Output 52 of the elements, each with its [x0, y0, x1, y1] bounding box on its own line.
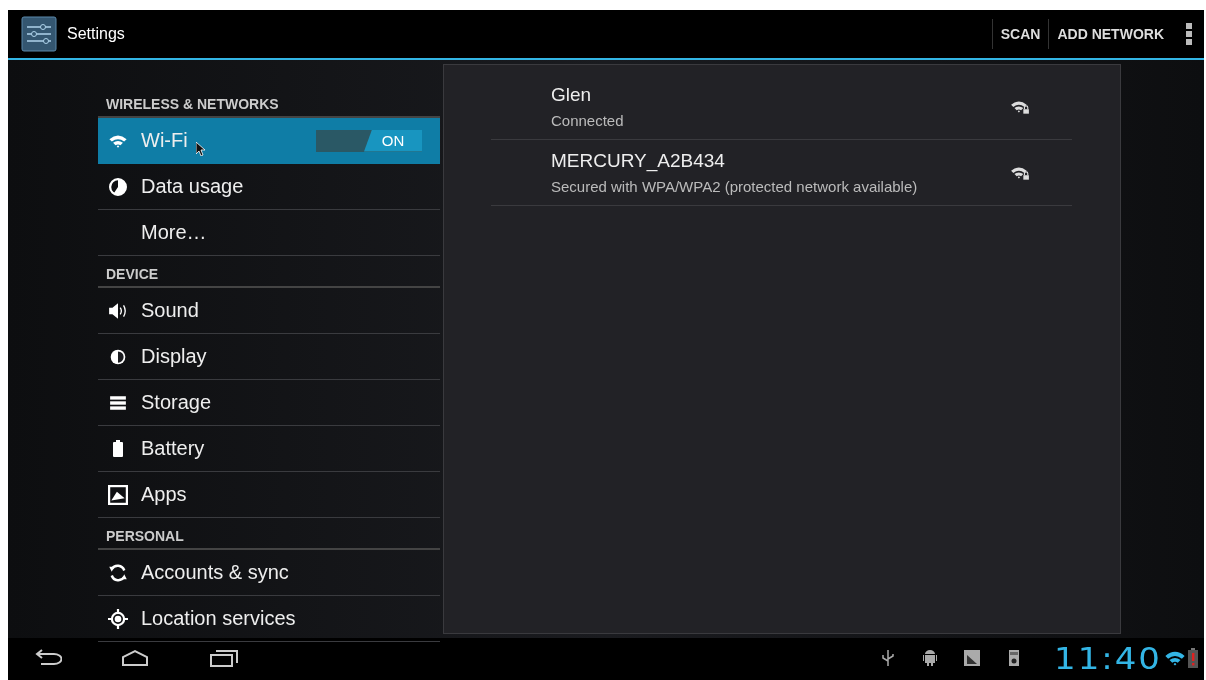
item-label: Accounts & sync: [141, 561, 289, 583]
network-name: Glen: [551, 84, 593, 106]
usb-icon[interactable]: [880, 649, 896, 667]
recent-apps-icon[interactable]: [208, 648, 238, 668]
settings-app-icon[interactable]: [21, 16, 57, 52]
overflow-menu-icon[interactable]: [1186, 23, 1192, 45]
mouse-pointer-icon: [196, 142, 206, 156]
battery-icon: [111, 439, 125, 458]
settings-item[interactable]: Data usage: [98, 164, 440, 210]
item-label: Sound: [141, 299, 199, 321]
storage-icon: [109, 393, 127, 412]
item-label: Display: [141, 345, 207, 367]
item-label: More…: [141, 221, 207, 243]
pie-chart-icon: [109, 177, 127, 196]
home-icon[interactable]: [120, 648, 150, 668]
crosshair-icon: [108, 608, 128, 629]
item-label: Wi-Fi: [141, 129, 188, 151]
item-label: Storage: [141, 391, 212, 413]
network-status: Secured with WPA/WPA2 (protected network available): [551, 178, 919, 195]
section-header: DEVICE: [98, 262, 440, 288]
settings-item[interactable]: Storage: [98, 380, 440, 426]
brightness-icon: [109, 347, 127, 366]
settings-item[interactable]: Sound: [98, 288, 440, 334]
settings-item[interactable]: Wi-Fi ON: [98, 118, 440, 164]
clock: 11:40: [1054, 640, 1162, 676]
wifi-lock-icon: [1010, 98, 1030, 115]
wifi-lock-icon: [1010, 164, 1030, 181]
item-label: Battery: [141, 437, 205, 459]
item-label: Data usage: [141, 175, 244, 197]
android-icon[interactable]: [922, 649, 938, 667]
screen-title: Settings: [67, 25, 126, 43]
notification-icon[interactable]: [964, 649, 980, 667]
settings-item[interactable]: Display: [98, 334, 440, 380]
settings-item[interactable]: Accounts & sync: [98, 550, 440, 596]
settings-item[interactable]: Battery: [98, 426, 440, 472]
picture-frame-icon: [108, 484, 128, 505]
wifi-signal-icon: [1164, 649, 1186, 667]
network-row[interactable]: Glen Connected: [491, 74, 1072, 140]
action-button[interactable]: ADD NETWORK: [1048, 19, 1172, 49]
sync-icon: [108, 562, 128, 583]
settings-item[interactable]: More…: [98, 210, 440, 256]
battery-alert-icon: [1188, 648, 1198, 668]
network-row[interactable]: MERCURY_A2B434 Secured with WPA/WPA2 (protected network available): [491, 140, 1072, 206]
network-name: MERCURY_A2B434: [551, 150, 726, 172]
settings-item[interactable]: Apps: [98, 472, 440, 518]
speaker-icon: [108, 301, 128, 320]
sd-card-icon[interactable]: [1006, 649, 1022, 667]
item-label: Location services: [141, 607, 296, 629]
network-status: Connected: [551, 112, 625, 129]
action-button[interactable]: SCAN: [991, 19, 1049, 49]
item-label: Apps: [141, 483, 187, 505]
section-header: PERSONAL: [98, 524, 440, 550]
